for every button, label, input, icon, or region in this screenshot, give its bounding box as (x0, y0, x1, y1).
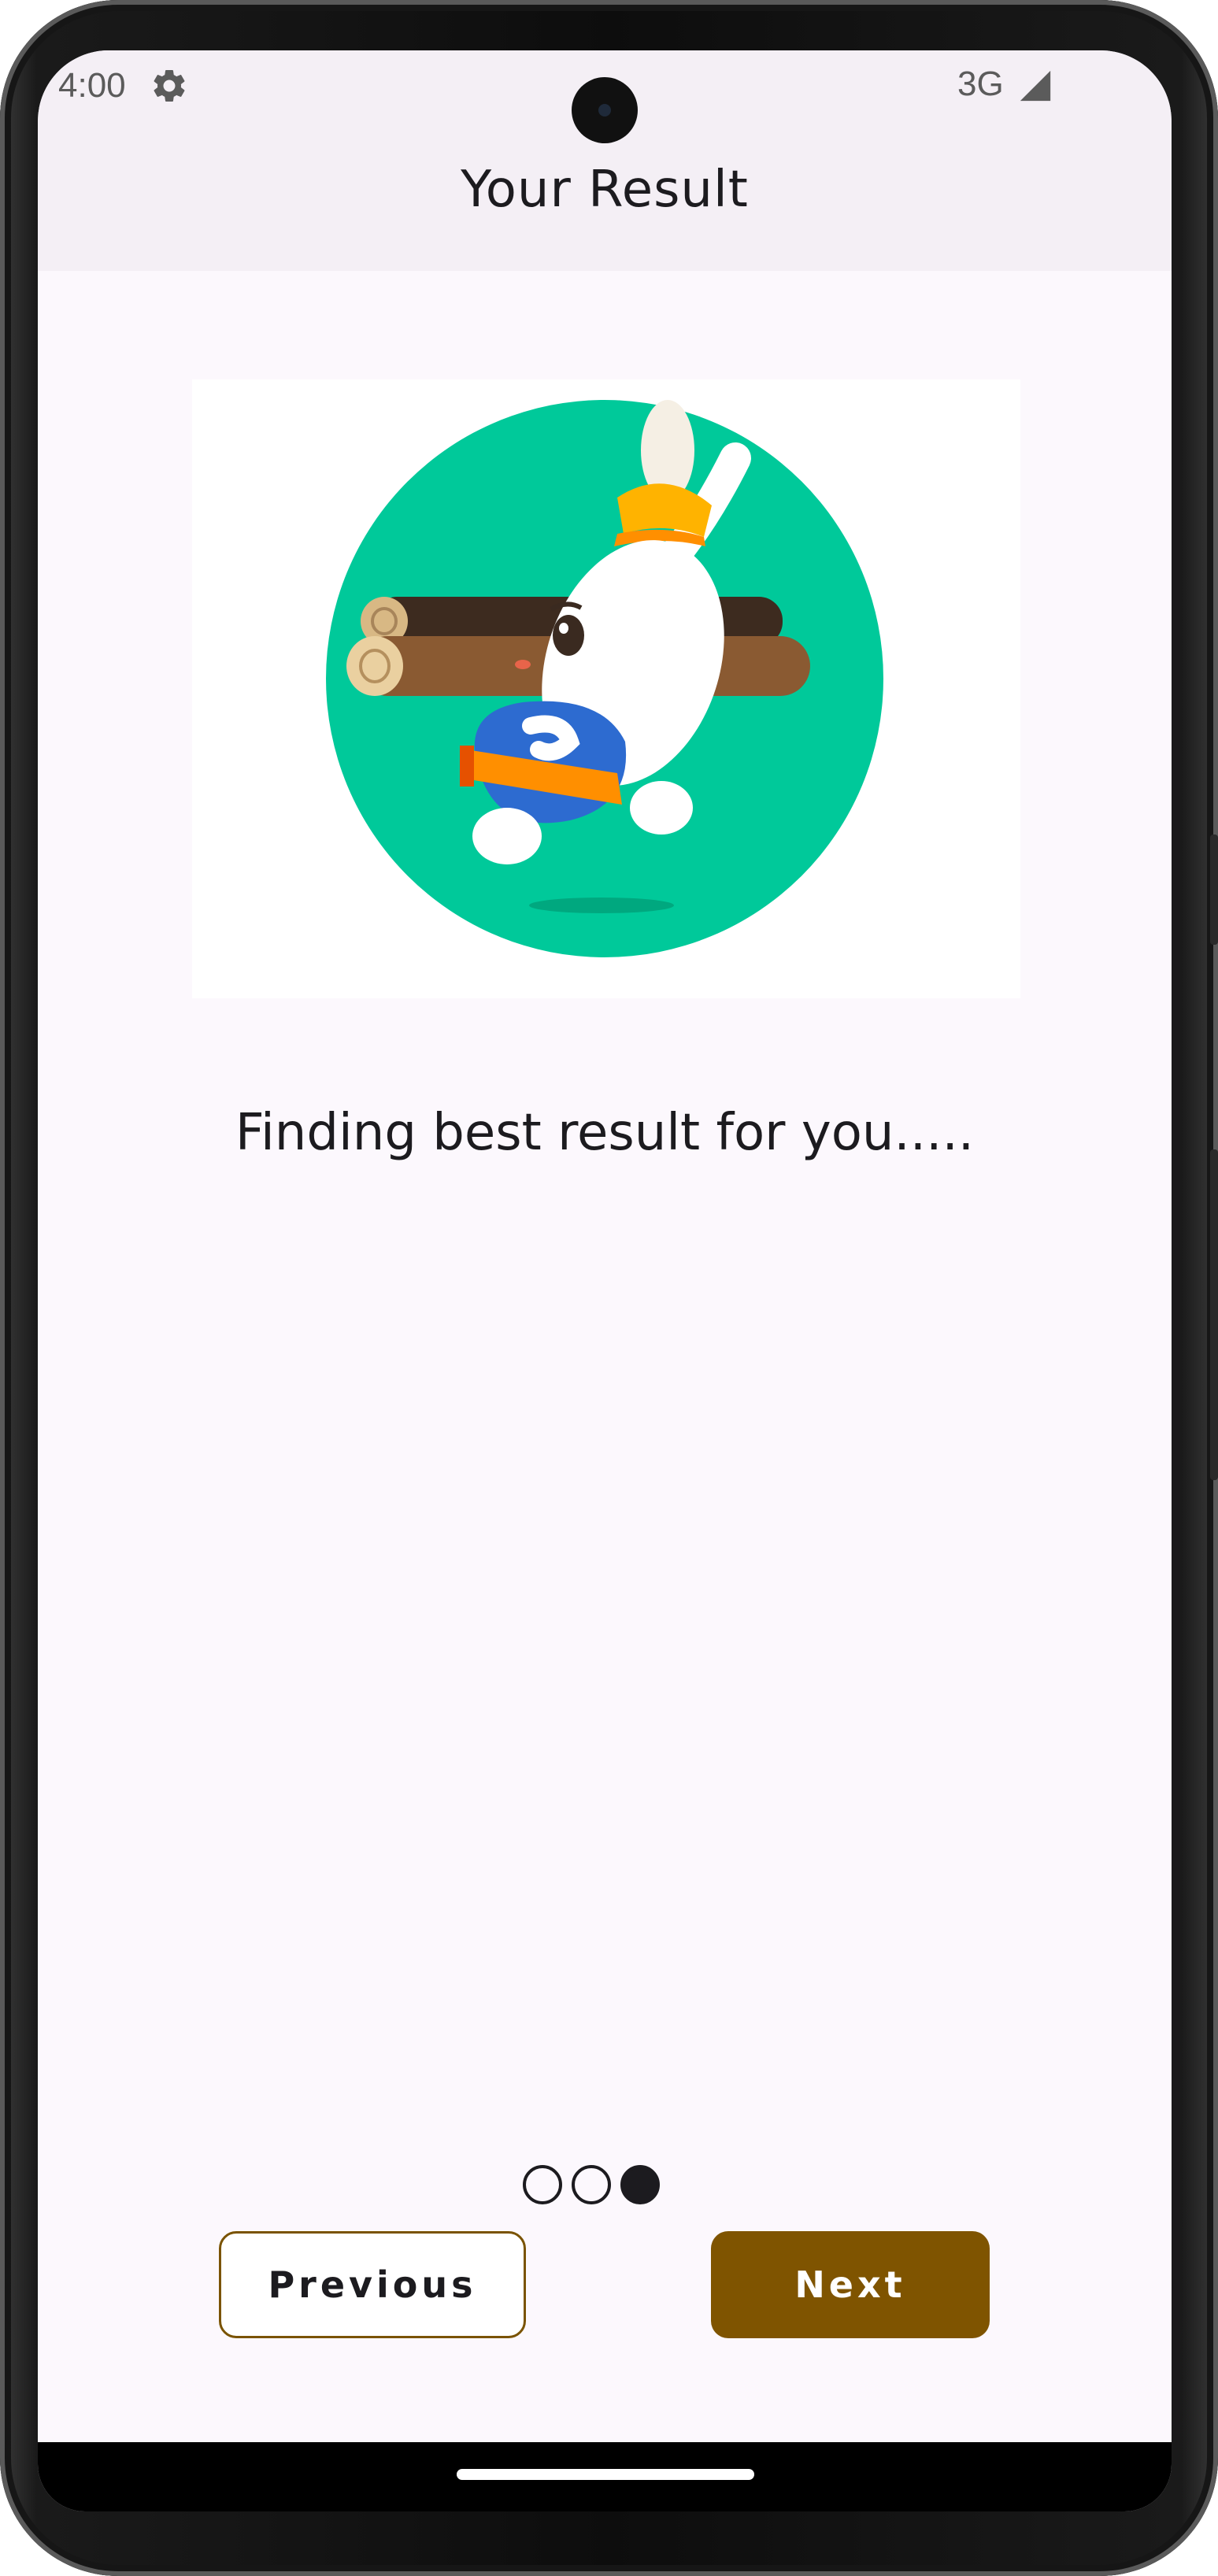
phone-frame: 4:00 3G Your Result Finding best result … (0, 0, 1218, 2576)
next-button[interactable]: Next (711, 2231, 990, 2338)
status-time: 4:00 (58, 66, 126, 105)
page-dot-active (620, 2165, 660, 2204)
network-type: 3G (957, 65, 1004, 103)
illustration-svg (326, 400, 883, 957)
page-dot (572, 2165, 611, 2204)
app-bar: 4:00 3G Your Result (38, 50, 1172, 271)
page-dot (523, 2165, 562, 2204)
power-button (1210, 835, 1218, 945)
screen: 4:00 3G Your Result Finding best result … (38, 50, 1172, 2511)
page-title: Your Result (461, 161, 749, 219)
previous-button[interactable]: Previous (219, 2231, 526, 2338)
volume-button (1210, 1149, 1218, 1480)
camera-cutout (572, 77, 638, 143)
signal-icon (1020, 70, 1051, 102)
status-message: Finding best result for you..... (235, 1104, 975, 1162)
home-gesture-handle[interactable] (457, 2469, 754, 2480)
gear-icon (154, 69, 185, 102)
rabbit-carrying-logs-illustration (192, 379, 1020, 998)
page-indicator (523, 2165, 660, 2211)
